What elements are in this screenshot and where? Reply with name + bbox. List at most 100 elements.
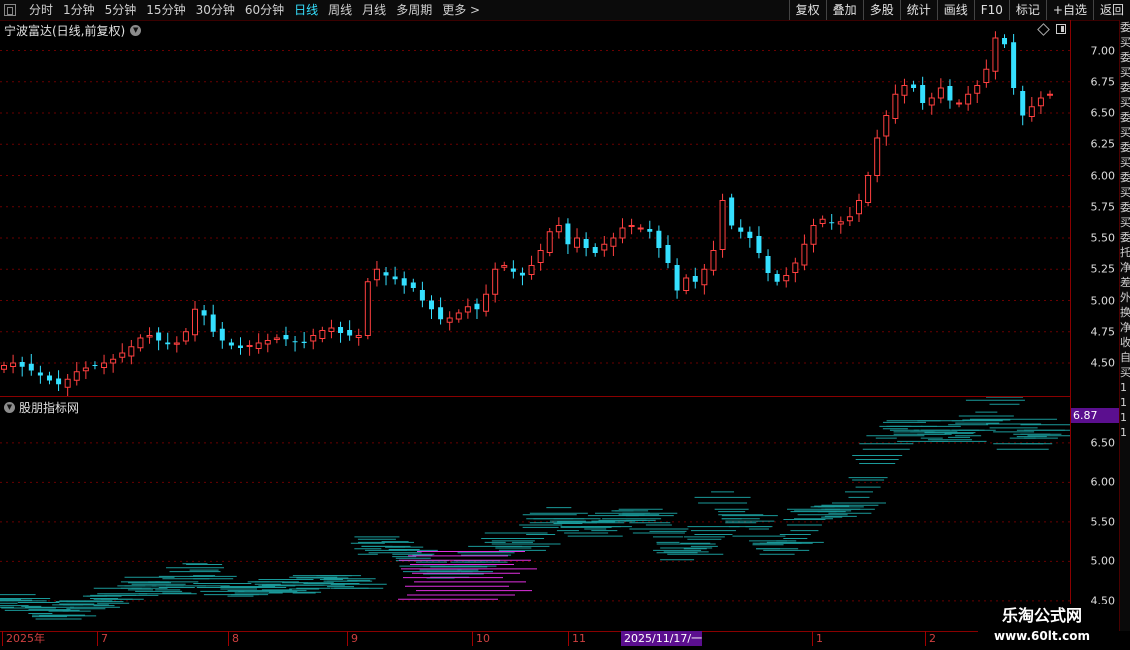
candle-body bbox=[82, 367, 89, 372]
tool-button[interactable]: +自选 bbox=[1045, 0, 1093, 20]
period-tab[interactable]: 15分钟 bbox=[141, 0, 190, 20]
layout-icon[interactable] bbox=[1056, 24, 1066, 34]
candle-body bbox=[565, 223, 571, 245]
price-tick-label: 6.25 bbox=[1090, 137, 1116, 151]
tool-button[interactable]: 多股 bbox=[862, 0, 900, 20]
candle-body bbox=[474, 303, 480, 310]
price-chart-title: 宁波富达(日线,前复权) ▼ bbox=[4, 22, 142, 39]
candle-body bbox=[373, 268, 380, 281]
tool-button[interactable]: 叠加 bbox=[825, 0, 863, 20]
indicator-chart[interactable] bbox=[0, 397, 1070, 631]
candle-body bbox=[364, 281, 371, 336]
tool-button[interactable]: 统计 bbox=[899, 0, 937, 20]
period-tab[interactable]: 多周期 bbox=[391, 0, 437, 20]
date-label: 11 bbox=[568, 631, 586, 646]
indicator-panel[interactable]: ▼ 股朋指标网 bbox=[0, 397, 1070, 632]
candle-body bbox=[392, 276, 398, 280]
period-tab[interactable]: 日线 bbox=[289, 0, 323, 20]
diamond-icon[interactable] bbox=[1037, 22, 1050, 36]
chevron-down-icon[interactable]: ▼ bbox=[130, 25, 142, 36]
candle-body bbox=[665, 245, 671, 263]
tool-button[interactable]: 标记 bbox=[1008, 0, 1046, 20]
candle-body bbox=[455, 312, 462, 320]
candle-body bbox=[110, 358, 117, 364]
candle-body bbox=[438, 307, 444, 320]
candle-body bbox=[19, 362, 25, 367]
candle-body bbox=[347, 330, 353, 336]
candle-body bbox=[492, 268, 499, 295]
candle-body bbox=[774, 274, 780, 282]
indicator-tick-label: 6.50 bbox=[1090, 436, 1116, 450]
watermark-logo: 乐淘公式网 www.60lt.com bbox=[978, 604, 1106, 650]
candle-body bbox=[319, 330, 326, 339]
tool-buttons: 复权 叠加 多股 统计 画线 F10 标记 +自选 返回 bbox=[788, 0, 1130, 20]
candle-body bbox=[628, 225, 635, 227]
price-tick-label: 6.00 bbox=[1090, 169, 1116, 182]
date-label: 9 bbox=[347, 631, 358, 646]
date-axis: 2025年 7 8 9 10 11 2025/11/17/一 1 2 bbox=[0, 631, 1070, 646]
candle-body bbox=[210, 314, 216, 332]
period-tab[interactable]: 周线 bbox=[323, 0, 357, 20]
candle-body bbox=[273, 337, 280, 340]
date-label: 8 bbox=[228, 631, 239, 646]
candle-body bbox=[846, 216, 853, 222]
candle-body bbox=[1002, 38, 1008, 45]
period-tab[interactable]: 分时 bbox=[24, 0, 58, 20]
period-tab[interactable]: 5分钟 bbox=[100, 0, 142, 20]
candle-body bbox=[855, 200, 862, 215]
candle-body bbox=[264, 340, 271, 345]
watermark-url: www.60lt.com bbox=[993, 629, 1091, 643]
price-chart-panel[interactable]: 宁波富达(日线,前复权) ▼ bbox=[0, 20, 1070, 397]
candle-body bbox=[610, 237, 617, 247]
candle-body bbox=[865, 175, 872, 203]
candle-body bbox=[792, 262, 799, 273]
period-tab[interactable]: 月线 bbox=[357, 0, 391, 20]
tool-button[interactable]: F10 bbox=[973, 0, 1009, 20]
candle-body bbox=[920, 85, 926, 103]
candle-body bbox=[501, 265, 508, 268]
candle-body bbox=[747, 231, 753, 238]
indicator-y-axis: 6.87 6.50 6.00 5.50 5.00 4.50 bbox=[1071, 397, 1119, 631]
price-tick-label: 4.75 bbox=[1090, 325, 1116, 339]
period-tab[interactable]: 60分钟 bbox=[240, 0, 289, 20]
price-tick-label: 6.50 bbox=[1090, 106, 1116, 120]
candle-body bbox=[173, 342, 180, 345]
candle-body bbox=[1, 365, 7, 370]
candle-body bbox=[64, 378, 71, 388]
candle-body bbox=[637, 227, 644, 230]
quote-side-strip[interactable]: 委买委买委买委买委买委买委买委托净差外换净收自买1111 bbox=[1119, 20, 1130, 631]
tool-button[interactable]: 画线 bbox=[936, 0, 974, 20]
date-label: 2025年 bbox=[2, 631, 45, 646]
candle-body bbox=[283, 335, 289, 340]
price-tick-label: 5.75 bbox=[1090, 200, 1116, 214]
period-tab[interactable]: 1分钟 bbox=[58, 0, 100, 20]
candle-body bbox=[419, 290, 425, 301]
candle-body bbox=[592, 247, 598, 253]
candle-body bbox=[965, 93, 972, 105]
candle-body bbox=[301, 341, 307, 343]
candle-body bbox=[937, 87, 944, 99]
price-tick-label: 5.50 bbox=[1090, 231, 1116, 245]
indicator-title: ▼ 股朋指标网 bbox=[4, 399, 79, 416]
candlestick-chart[interactable] bbox=[0, 20, 1070, 396]
candle-body bbox=[46, 375, 52, 381]
candle-body bbox=[692, 276, 698, 282]
chevron-down-icon[interactable]: ▼ bbox=[4, 402, 15, 413]
candle-body bbox=[783, 275, 790, 282]
candle-body bbox=[192, 308, 199, 336]
candle-body bbox=[165, 342, 171, 345]
candle-body bbox=[583, 239, 589, 248]
candle-body bbox=[56, 378, 62, 385]
candle-body bbox=[756, 236, 762, 253]
candle-body bbox=[10, 362, 17, 367]
candle-body bbox=[719, 200, 726, 250]
candle-body bbox=[119, 352, 126, 358]
candle-body bbox=[128, 346, 135, 357]
period-tab[interactable]: 更多 > bbox=[437, 0, 485, 20]
tool-button[interactable]: 返回 bbox=[1092, 0, 1130, 20]
period-tab[interactable]: 30分钟 bbox=[191, 0, 240, 20]
candle-body bbox=[156, 332, 162, 341]
window-icon[interactable] bbox=[4, 4, 16, 16]
tool-button[interactable]: 复权 bbox=[788, 0, 826, 20]
candle-body bbox=[765, 256, 771, 273]
